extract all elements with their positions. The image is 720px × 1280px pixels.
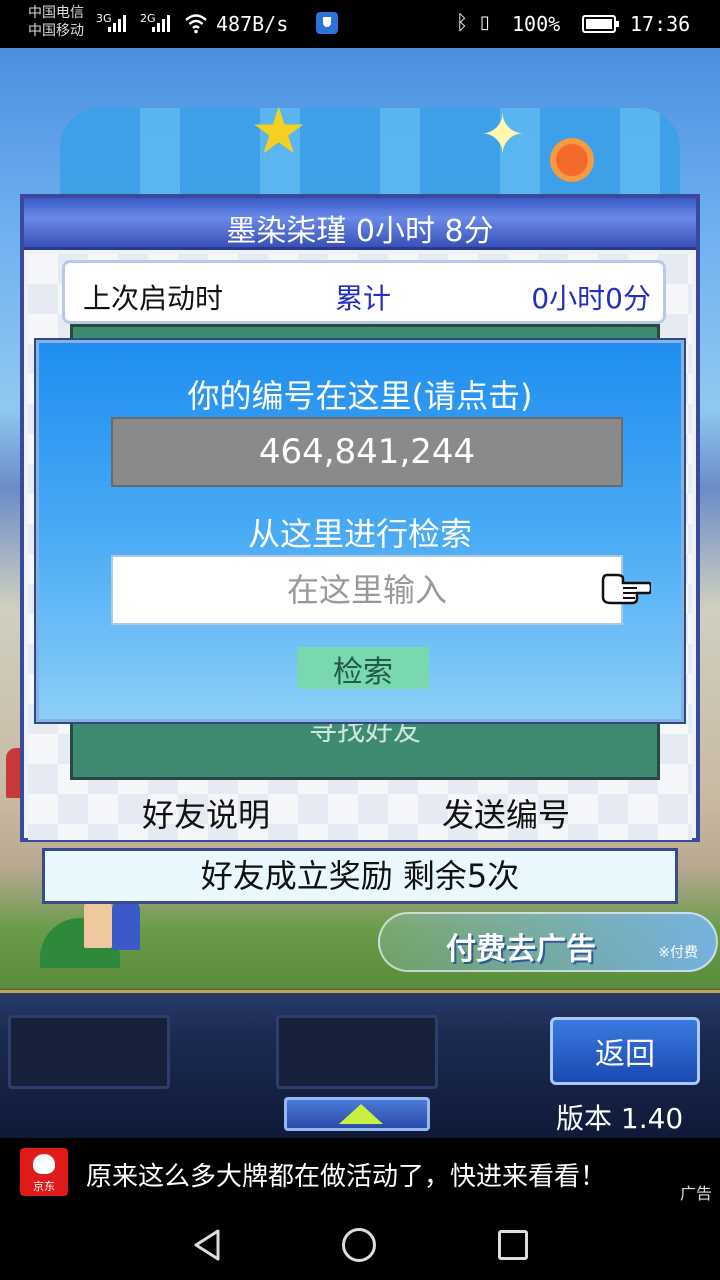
dialog-header: 墨染柒瑾 0小时 8分 xyxy=(24,198,696,250)
jd-logo-text: 京东 xyxy=(33,1180,55,1193)
carrier-labels: 中国电信 中国移动 xyxy=(28,4,84,40)
bluetooth-icon: ᛒ xyxy=(456,10,468,34)
friend-id-popup: 你的编号在这里(请点击) 464,841,244 从这里进行检索 检索 xyxy=(36,340,684,722)
carrier-2: 中国移动 xyxy=(28,23,84,39)
total-label: 累计 xyxy=(335,282,392,315)
signal-bars-1-icon xyxy=(108,14,126,32)
shield-icon xyxy=(316,12,338,34)
ad-label: 广告 xyxy=(679,1184,712,1203)
friend-reward-text: 好友成立奖励 剩余5次 xyxy=(200,857,520,895)
dialog-title: 墨染柒瑾 0小时 8分 xyxy=(226,214,494,249)
hud-slot-center[interactable] xyxy=(276,1015,438,1089)
remove-ads-note: ※付费 xyxy=(658,945,698,961)
last-launch-label: 上次启动时 xyxy=(83,282,224,315)
dialog-footer-links: 好友说明 发送编号 xyxy=(28,784,692,834)
remove-ads-label: 付费去广告 xyxy=(446,932,596,967)
total-time-value: 0小时0分 xyxy=(531,282,651,315)
sparkle-icon: ✦ xyxy=(480,103,526,166)
home-circle-icon[interactable] xyxy=(342,1228,376,1262)
ad-banner[interactable]: 京东 原来这么多大牌都在做活动了，快进来看看！ 广告 xyxy=(0,1138,720,1210)
carrier-1: 中国电信 xyxy=(28,5,84,21)
flower-icon xyxy=(550,138,594,182)
vibrate-icon: ▯ xyxy=(480,12,490,33)
pointing-hand-icon xyxy=(601,573,651,605)
expand-up-arrow-button[interactable] xyxy=(284,1097,430,1131)
search-title: 从这里进行检索 xyxy=(247,515,472,553)
search-button[interactable]: 检索 xyxy=(297,647,429,690)
system-nav-bar xyxy=(0,1210,720,1280)
signal-bars-2-icon xyxy=(152,14,170,32)
battery-icon xyxy=(582,15,619,33)
wifi-icon xyxy=(185,14,207,34)
net-speed: 487B/s xyxy=(216,12,289,36)
status-bar: 中国电信 中国移动 3G 2G 487B/s ᛒ ▯ 100% 17:36 xyxy=(0,0,720,48)
battery-percent: 100% xyxy=(512,12,561,36)
friend-id-search-input[interactable] xyxy=(111,555,623,625)
popup-title: 你的编号在这里(请点击) xyxy=(187,377,533,415)
version-label: 版本 1.40 xyxy=(556,1102,684,1135)
pixel-character xyxy=(84,898,112,948)
bottom-hud: 返回 版本 1.40 xyxy=(0,990,720,1138)
pixel-character xyxy=(112,900,140,950)
player-id-value: 464,841,244 xyxy=(258,432,476,472)
jd-dog-icon xyxy=(33,1154,55,1174)
back-triangle-icon[interactable] xyxy=(192,1228,222,1262)
send-id-button[interactable]: 发送编号 xyxy=(442,790,570,836)
player-id-box[interactable]: 464,841,244 xyxy=(111,417,623,487)
jd-logo: 京东 xyxy=(20,1148,68,1196)
play-time-stats: 上次启动时 累计 0小时0分 xyxy=(62,260,666,324)
friend-help-button[interactable]: 好友说明 xyxy=(142,790,270,836)
recent-square-icon[interactable] xyxy=(498,1230,528,1260)
ad-text: 原来这么多大牌都在做活动了，快进来看看！ xyxy=(86,1162,607,1192)
back-button[interactable]: 返回 xyxy=(550,1017,700,1085)
remove-ads-button[interactable]: 付费去广告 ※付费 xyxy=(378,912,718,972)
friend-reward-bar: 好友成立奖励 剩余5次 xyxy=(42,848,678,904)
hud-slot-left[interactable] xyxy=(8,1015,170,1089)
clock: 17:36 xyxy=(630,12,691,36)
star-icon: ★ xyxy=(250,95,308,169)
